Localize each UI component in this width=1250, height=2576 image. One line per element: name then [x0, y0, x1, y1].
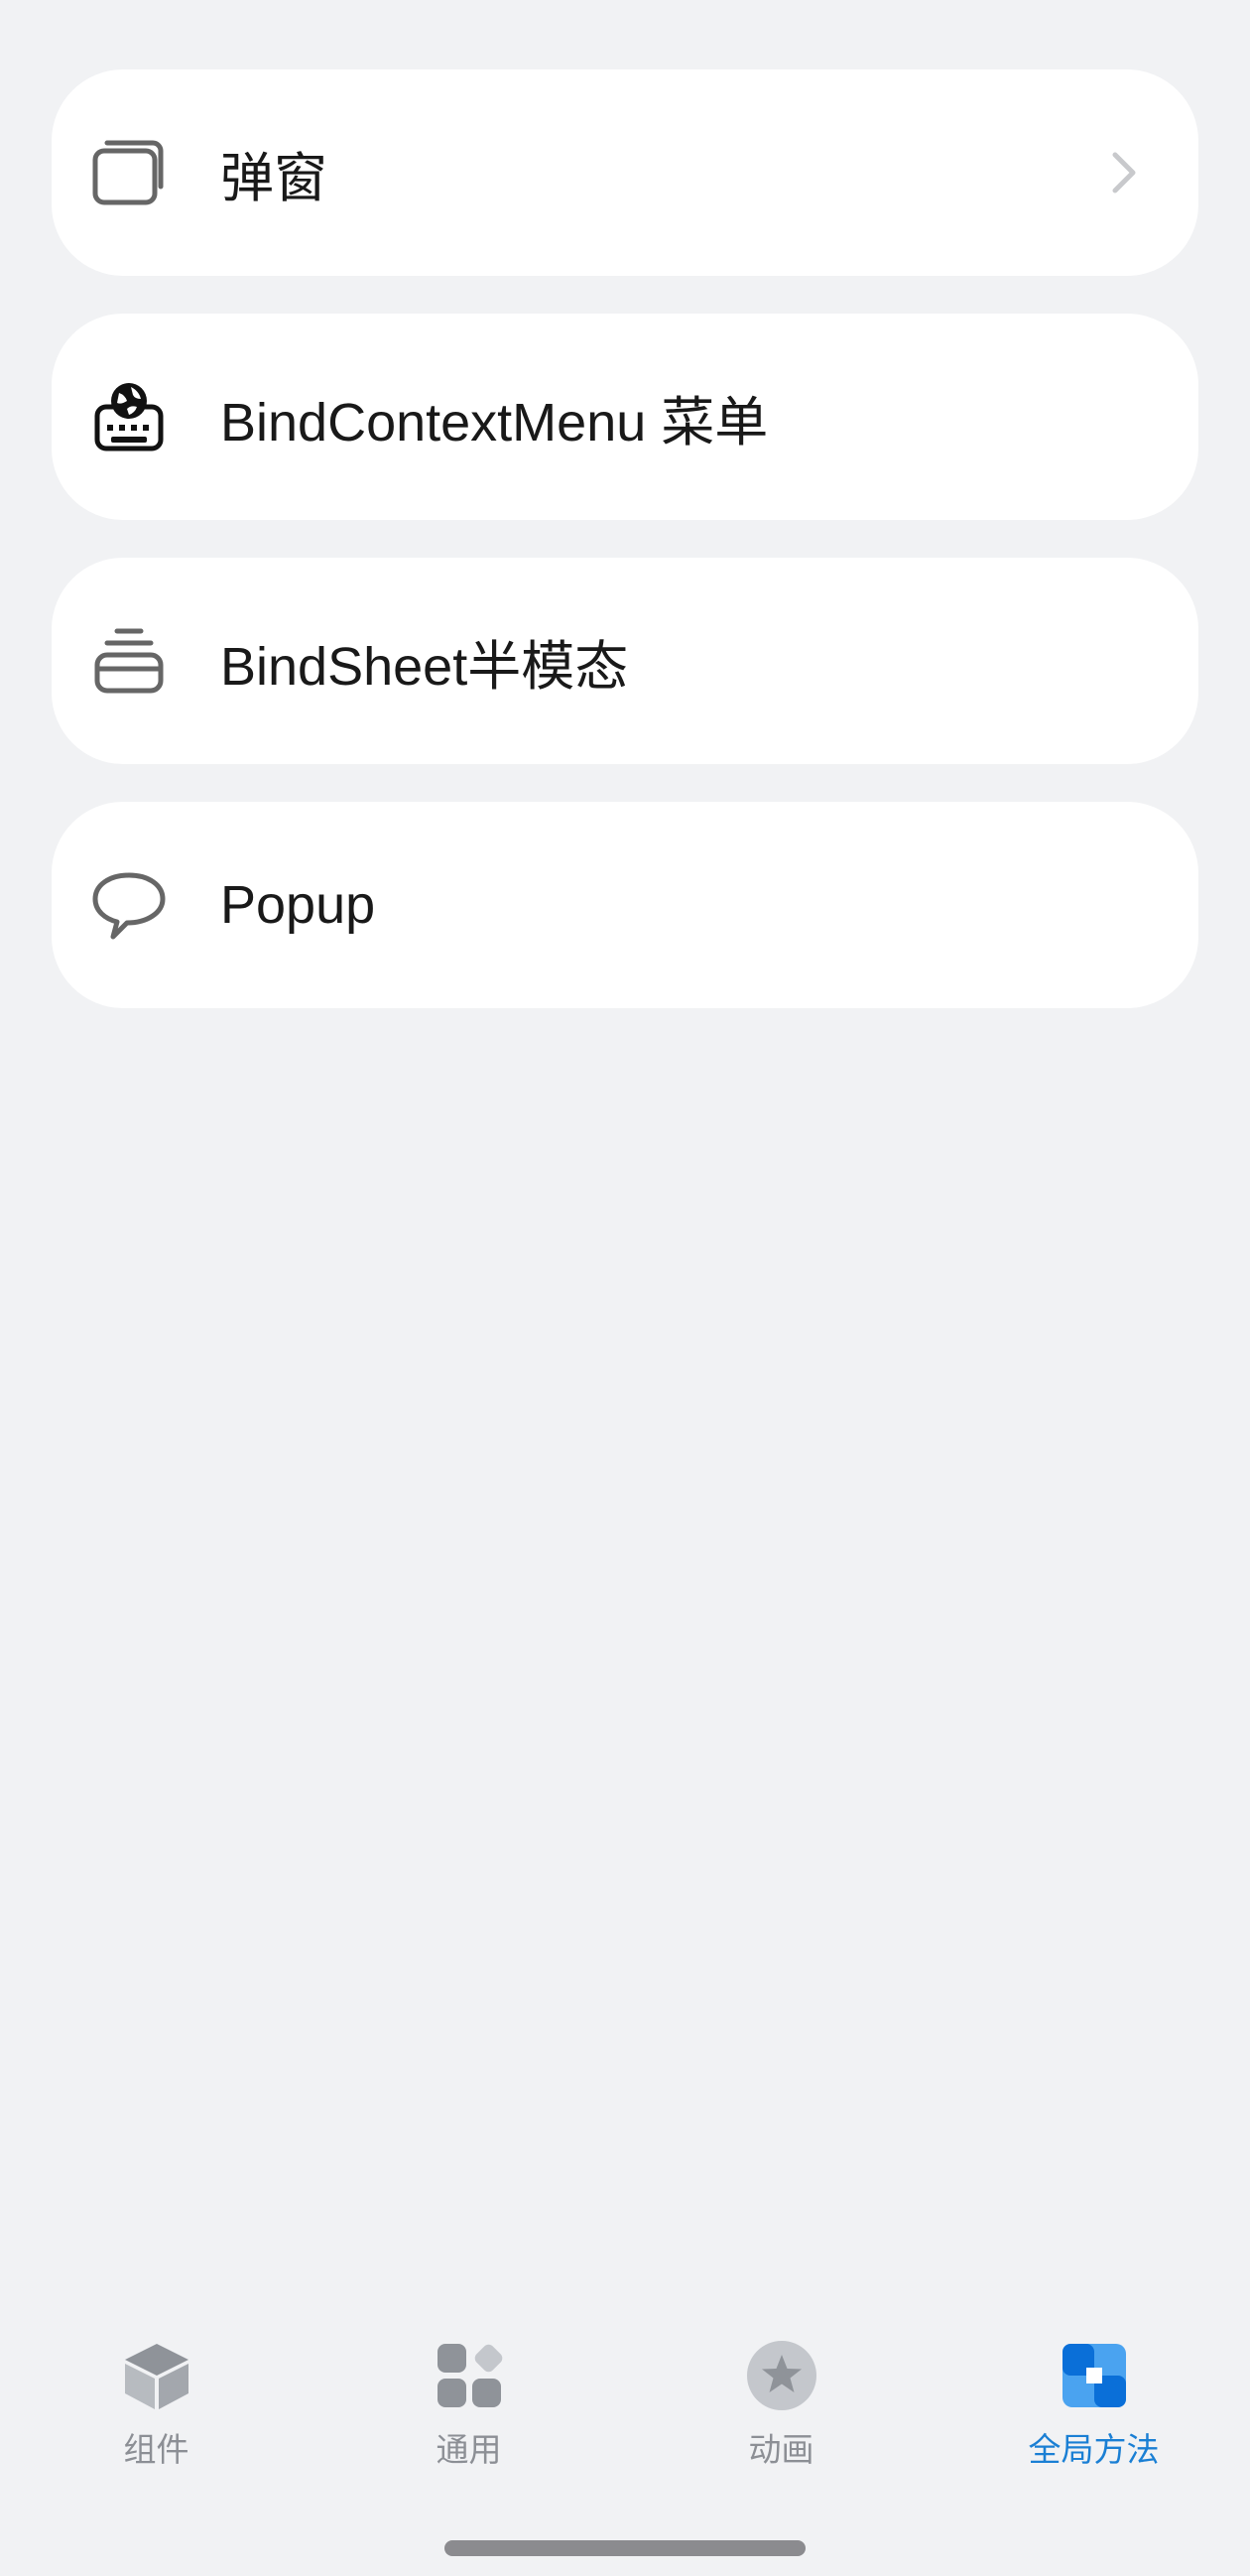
list-item-label: Popup — [220, 875, 376, 935]
list-item-dialog[interactable]: 弹窗 — [52, 69, 1198, 276]
stacked-sheet-icon — [91, 623, 167, 699]
list-item-label: BindSheet半模态 — [220, 636, 629, 697]
tab-label: 动画 — [748, 2431, 814, 2468]
global-method-icon — [1057, 2338, 1132, 2413]
speech-bubble-icon — [91, 867, 167, 943]
home-indicator[interactable] — [444, 2540, 806, 2556]
tab-animation[interactable]: 动画 — [625, 2312, 938, 2471]
page: 弹窗 BindContextMenu 菜单 BindSheet半模态 Popup… — [0, 0, 1250, 2576]
cube-icon — [119, 2338, 194, 2413]
star-circle-icon — [744, 2338, 819, 2413]
list-item-label: BindContextMenu 菜单 — [220, 392, 769, 452]
grid-icon — [432, 2338, 507, 2413]
tab-label: 全局方法 — [1028, 2431, 1160, 2468]
chevron-right-icon — [1099, 149, 1147, 196]
list-item-popup[interactable]: Popup — [52, 802, 1198, 1008]
list-item-bindcontextmenu[interactable]: BindContextMenu 菜单 — [52, 314, 1198, 520]
list-item-label: 弹窗 — [220, 148, 327, 208]
tab-global-methods[interactable]: 全局方法 — [938, 2312, 1250, 2471]
tab-label: 通用 — [436, 2431, 502, 2468]
list-item-bindsheet[interactable]: BindSheet半模态 — [52, 558, 1198, 764]
tab-components[interactable]: 组件 — [0, 2312, 312, 2471]
bottom-tab-bar: 组件 通用 动画 全局方法 — [0, 2312, 1250, 2471]
stacked-windows-icon — [91, 135, 167, 210]
menu-list: 弹窗 BindContextMenu 菜单 BindSheet半模态 Popup — [52, 69, 1198, 1046]
tab-general[interactable]: 通用 — [312, 2312, 625, 2471]
tab-label: 组件 — [123, 2431, 189, 2468]
globe-keyboard-icon — [91, 379, 167, 454]
